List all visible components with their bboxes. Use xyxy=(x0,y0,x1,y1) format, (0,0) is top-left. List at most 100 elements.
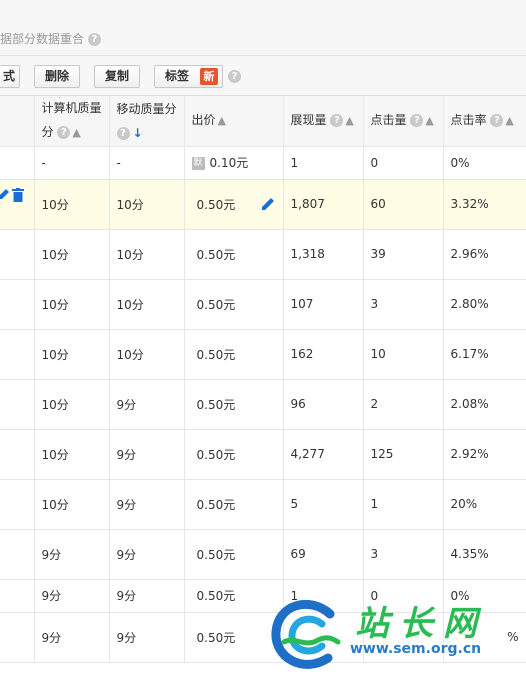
ctr-cell: 3.32% xyxy=(443,179,526,230)
mobile-quality-cell: - xyxy=(109,146,185,180)
ctr-cell: 2.96% xyxy=(443,229,526,280)
sort-up-icon[interactable]: ▲ xyxy=(425,109,433,133)
pc-quality-cell: - xyxy=(34,146,110,180)
ctr-cell: 2.08% xyxy=(443,379,526,430)
clicks-cell: 39 xyxy=(363,229,444,280)
toolbar-help-icon[interactable]: ? xyxy=(228,70,241,83)
impressions-cell: 1,318 xyxy=(283,229,364,280)
ctr-cell: 6.17% xyxy=(443,329,526,380)
impressions-cell: 69 xyxy=(283,529,364,580)
clicks-cell: 10 xyxy=(363,329,444,380)
bid-cell[interactable]: 0.50元 xyxy=(184,579,284,613)
impressions-cell: 96 xyxy=(283,379,364,430)
row-select-cell xyxy=(0,379,35,430)
bid-cell[interactable]: 0.50元 xyxy=(184,279,284,330)
copy-button[interactable]: 复制 xyxy=(94,65,140,88)
row-select-cell xyxy=(0,429,35,480)
row-actions-cell xyxy=(0,179,35,230)
impressions-cell: 4,277 xyxy=(283,429,364,480)
bid-cell[interactable]: 0.50元 xyxy=(184,229,284,280)
row-select-cell xyxy=(0,579,35,613)
ctr-cell: 20% xyxy=(443,479,526,530)
table-row[interactable]: 10分 10分 0.50元 1,807 60 3.32% xyxy=(0,179,526,230)
sort-up-icon[interactable]: ▲ xyxy=(72,121,80,145)
row-select-cell xyxy=(0,479,35,530)
header-impressions[interactable]: 展现量 ? ▲ xyxy=(283,96,364,147)
pc-quality-cell: 10分 xyxy=(34,429,110,480)
table-row[interactable]: 10分 10分 0.50元 1,318 39 2.96% xyxy=(0,229,526,280)
clicks-cell: 0 xyxy=(363,146,444,180)
sort-down-icon[interactable]: ↓ xyxy=(133,121,143,145)
bid-cell[interactable]: 0.50元 xyxy=(184,179,284,230)
top-note-text: 据部分数据重合 ? xyxy=(0,30,101,47)
header-ctr[interactable]: 点击率 ? ▲ xyxy=(443,96,526,147)
ctr-cell: 2.92% xyxy=(443,429,526,480)
keyword-table: 计算机质量分 ? ▲ 移动质量分? ↓ 出价 ▲ 展现量 ? ▲ 点击量 ? ▲ 点击率 … xyxy=(0,96,526,663)
ctr-cell: 0% xyxy=(443,146,526,180)
help-icon[interactable]: ? xyxy=(87,33,101,46)
sort-up-icon[interactable]: ▲ xyxy=(505,109,513,133)
help-icon[interactable]: ? xyxy=(490,114,504,128)
bid-cell[interactable]: 0.50元 xyxy=(184,612,284,663)
clicks-cell: 60 xyxy=(363,179,444,230)
edit-icon[interactable] xyxy=(0,188,10,200)
mobile-quality-cell: 9分 xyxy=(109,379,185,430)
table-row[interactable]: 9分 9分 0.50元 69 3 4.35% xyxy=(0,529,526,580)
table-row[interactable]: 10分 10分 0.50元 107 3 2.80% xyxy=(0,279,526,330)
bid-cell[interactable]: 0.50元 xyxy=(184,529,284,580)
table-row[interactable]: 10分 9分 0.50元 96 2 2.08% xyxy=(0,379,526,430)
pc-quality-cell: 10分 xyxy=(34,329,110,380)
clicks-cell: 1 xyxy=(363,479,444,530)
header-pc-quality[interactable]: 计算机质量分 ? ▲ xyxy=(34,96,110,147)
bid-cell[interactable]: 0.50元 xyxy=(184,329,284,380)
tag-button[interactable]: 标签新 xyxy=(154,65,223,88)
mobile-quality-cell: 9分 xyxy=(109,579,185,613)
bid-cell[interactable]: 0.50元 xyxy=(184,429,284,480)
trash-icon[interactable] xyxy=(12,187,24,202)
table-row[interactable]: 10分 9分 0.50元 4,277 125 2.92% xyxy=(0,429,526,480)
default-bid-icon: 默 xyxy=(191,157,205,170)
mobile-quality-cell: 9分 xyxy=(109,479,185,530)
help-icon[interactable]: ? xyxy=(116,126,130,140)
help-icon[interactable]: ? xyxy=(57,126,71,140)
table-row[interactable]: - - 默 0.10元 1 0 0% xyxy=(0,146,526,180)
pc-quality-cell: 10分 xyxy=(34,229,110,280)
row-select-cell xyxy=(0,229,35,280)
new-badge: 新 xyxy=(200,68,218,85)
clicks-cell: 125 xyxy=(363,429,444,480)
header-mobile-quality[interactable]: 移动质量分? ↓ xyxy=(109,96,185,147)
row-select-cell xyxy=(0,529,35,580)
header-bid[interactable]: 出价 ▲ xyxy=(184,96,284,147)
clicks-cell: 2 xyxy=(363,379,444,430)
header-select xyxy=(0,96,35,147)
help-icon[interactable]: ? xyxy=(410,114,424,128)
sort-up-icon[interactable]: ▲ xyxy=(345,109,353,133)
tag-button-label: 标签 xyxy=(165,69,190,83)
help-icon[interactable]: ? xyxy=(330,114,344,128)
mode-button[interactable]: 式 xyxy=(0,65,20,88)
impressions-cell: 5 xyxy=(283,479,364,530)
site-watermark: 站长网 www.sem.org.cn xyxy=(270,596,526,679)
row-select-cell xyxy=(0,612,35,663)
sort-up-icon[interactable]: ▲ xyxy=(218,109,226,133)
pc-quality-cell: 10分 xyxy=(34,279,110,330)
delete-button[interactable]: 删除 xyxy=(34,65,80,88)
row-select-cell xyxy=(0,279,35,330)
pc-quality-cell: 9分 xyxy=(34,529,110,580)
mobile-quality-cell: 9分 xyxy=(109,612,185,663)
top-note-bar: 据部分数据重合 ? xyxy=(0,0,526,56)
clicks-cell: 3 xyxy=(363,529,444,580)
impressions-cell: 107 xyxy=(283,279,364,330)
table-row[interactable]: 10分 9分 0.50元 5 1 20% xyxy=(0,479,526,530)
header-clicks[interactable]: 点击量 ? ▲ xyxy=(363,96,444,147)
mobile-quality-cell: 9分 xyxy=(109,429,185,480)
bid-cell[interactable]: 0.50元 xyxy=(184,379,284,430)
bid-cell[interactable]: 默 0.10元 xyxy=(184,146,284,180)
ctr-cell: 2.80% xyxy=(443,279,526,330)
pencil-icon[interactable] xyxy=(261,197,275,211)
watermark-name: 站长网 xyxy=(355,604,487,644)
table-row[interactable]: 10分 10分 0.50元 162 10 6.17% xyxy=(0,329,526,380)
impressions-cell: 162 xyxy=(283,329,364,380)
ctr-cell: 4.35% xyxy=(443,529,526,580)
bid-cell[interactable]: 0.50元 xyxy=(184,479,284,530)
